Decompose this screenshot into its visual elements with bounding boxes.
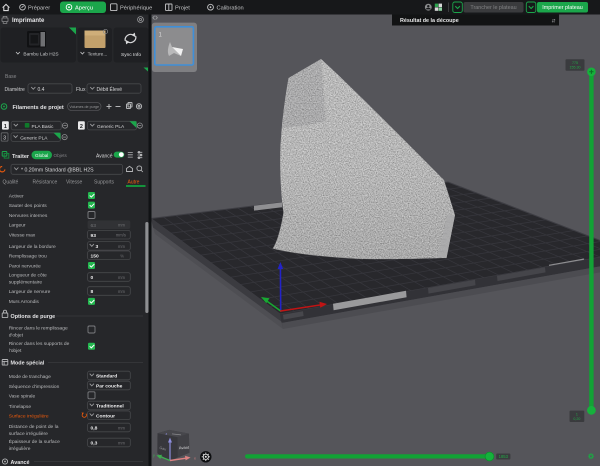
svg-text:mm: mm — [118, 275, 125, 280]
svg-text:Standard: Standard — [96, 374, 117, 380]
svg-text:d'objet: d'objet — [9, 333, 24, 339]
svg-text:Par couche: Par couche — [96, 384, 123, 390]
svg-text:Global: Global — [35, 153, 48, 158]
svg-text:93: 93 — [91, 233, 97, 239]
svg-text:0: 0 — [91, 275, 94, 281]
svg-text:Imprimante: Imprimante — [12, 18, 45, 24]
svg-text:0,8: 0,8 — [91, 426, 98, 432]
svg-text:Mode de tranchage: Mode de tranchage — [9, 374, 51, 380]
svg-text:0,3: 0,3 — [91, 441, 98, 447]
svg-text:Volumes de purge: Volumes de purge — [69, 105, 99, 109]
svg-text:Activer: Activer — [9, 193, 24, 199]
svg-text:irrégulière: irrégulière — [9, 446, 31, 452]
svg-text:Mode spécial: Mode spécial — [11, 361, 45, 367]
svg-text:%: % — [120, 253, 124, 258]
svg-text:Filaments de projet: Filaments de projet — [13, 105, 64, 111]
svg-text:155.30: 155.30 — [570, 66, 581, 70]
svg-text:775: 775 — [572, 61, 578, 65]
svg-text:mm/s: mm/s — [116, 233, 126, 238]
svg-text:Autre: Autre — [128, 180, 140, 186]
svg-text:Résistance: Résistance — [33, 180, 58, 186]
svg-text:3: 3 — [3, 135, 6, 141]
svg-text:63: 63 — [91, 223, 97, 229]
svg-text:Vitesse max: Vitesse max — [9, 233, 36, 239]
svg-text:x: x — [194, 456, 196, 460]
svg-text:Flux: Flux — [76, 87, 86, 93]
svg-text:Projet: Projet — [175, 5, 190, 11]
svg-text:Séquence d'impression: Séquence d'impression — [9, 384, 60, 390]
svg-text:150: 150 — [91, 254, 99, 260]
svg-text:Aperçu: Aperçu — [75, 5, 93, 11]
svg-text:Largeur de la bordure: Largeur de la bordure — [9, 244, 56, 250]
svg-text:Generic PLA: Generic PLA — [20, 135, 48, 141]
svg-text:PLA Basic: PLA Basic — [32, 124, 54, 130]
svg-text:Traditionnel: Traditionnel — [96, 404, 124, 410]
svg-text:Options de purge: Options de purge — [11, 314, 56, 320]
svg-text:z: z — [166, 432, 168, 436]
svg-text:Vitesse: Vitesse — [66, 180, 83, 186]
svg-text:1853: 1853 — [499, 454, 509, 459]
svg-text:Rincer dans les supports de: Rincer dans les supports de — [9, 341, 70, 347]
svg-text:Sync Info: Sync Info — [121, 52, 141, 58]
svg-text:Bambu Lab H2S: Bambu Lab H2S — [23, 52, 58, 58]
svg-text:Avancé: Avancé — [11, 460, 30, 466]
svg-text:Périphérique: Périphérique — [120, 5, 152, 11]
svg-text:l'objet: l'objet — [9, 348, 22, 354]
svg-text:0,20: 0,20 — [573, 417, 580, 421]
svg-text:2: 2 — [80, 124, 83, 130]
svg-text:Largeur: Largeur — [9, 223, 26, 229]
svg-text:Paroi nervurée: Paroi nervurée — [9, 263, 41, 269]
svg-text:Objets: Objets — [54, 153, 68, 158]
svg-text:Murs Arrondis: Murs Arrondis — [9, 299, 40, 305]
svg-text:Vase spirale: Vase spirale — [9, 393, 36, 399]
svg-text:0.4: 0.4 — [38, 87, 45, 93]
svg-text:Surface irrégulière: Surface irrégulière — [9, 413, 49, 419]
svg-text:mm: mm — [118, 289, 125, 294]
svg-text:Texture...: Texture... — [88, 52, 108, 58]
svg-text:Calibration: Calibration — [217, 5, 244, 11]
svg-text:Nervures internes: Nervures internes — [9, 213, 48, 219]
svg-text:* 0.20mm Standard @BBL H2S: * 0.20mm Standard @BBL H2S — [21, 168, 94, 174]
svg-text:1: 1 — [4, 124, 7, 130]
svg-text:y: y — [153, 454, 155, 458]
svg-text:Trancher le plateau: Trancher le plateau — [470, 5, 516, 11]
svg-text:Diamètre: Diamètre — [5, 87, 26, 93]
svg-text:Generic PLA: Generic PLA — [97, 124, 125, 130]
svg-text:surface irrégulière: surface irrégulière — [9, 431, 48, 437]
svg-text:Avancé: Avancé — [96, 153, 113, 159]
svg-text:mm: mm — [118, 426, 125, 431]
svg-text:Largeur de nervure: Largeur de nervure — [9, 289, 51, 295]
svg-text:mm: mm — [118, 223, 125, 228]
svg-text:Supports: Supports — [94, 180, 115, 186]
svg-text:Débit Élevé: Débit Élevé — [97, 86, 123, 93]
svg-text:Sauter des points: Sauter des points — [9, 203, 48, 209]
svg-text:Avant: Avant — [179, 445, 191, 451]
svg-text:Résultat de la découpe: Résultat de la découpe — [400, 18, 459, 24]
svg-text:mm: mm — [118, 244, 125, 249]
svg-text:Longueur de côte: Longueur de côte — [9, 273, 47, 279]
svg-text:Contour: Contour — [96, 414, 115, 420]
svg-text:Traiter: Traiter — [12, 154, 30, 160]
svg-text:Qualité: Qualité — [3, 180, 19, 186]
svg-text:Remplissage trou: Remplissage trou — [9, 253, 47, 259]
svg-text:supplémentaire: supplémentaire — [9, 280, 43, 286]
svg-text:mm: mm — [118, 441, 125, 446]
svg-text:Épaisseur de la surface: Épaisseur de la surface — [9, 438, 60, 445]
svg-text:Rincer dans le remplissage: Rincer dans le remplissage — [9, 326, 68, 332]
svg-text:8: 8 — [91, 289, 94, 295]
svg-text:Distance de point de la: Distance de point de la — [9, 424, 59, 430]
svg-text:Base: Base — [5, 74, 17, 80]
svg-text:1: 1 — [576, 412, 578, 416]
svg-text:3: 3 — [96, 244, 99, 250]
svg-text:⇵: ⇵ — [552, 19, 556, 25]
svg-text:Imprimer plateau: Imprimer plateau — [542, 5, 582, 11]
svg-text:Timelapse: Timelapse — [9, 404, 32, 410]
svg-text:Préparer: Préparer — [28, 5, 50, 11]
